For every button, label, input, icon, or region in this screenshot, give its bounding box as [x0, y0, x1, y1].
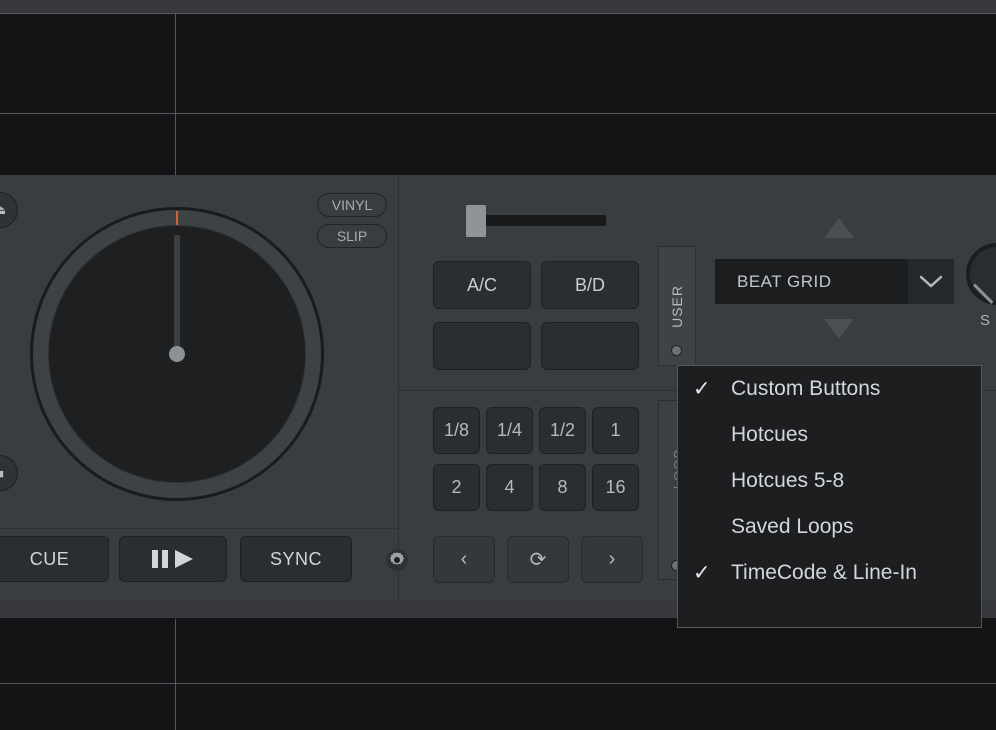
waveform-panel-top-right[interactable]	[177, 14, 996, 113]
slip-label: SLIP	[336, 228, 368, 244]
divider-bottom	[0, 683, 996, 684]
transport-divider	[0, 528, 398, 529]
stop-icon: ■	[0, 466, 4, 481]
divider-vertical-top	[175, 14, 176, 175]
loop-size-2[interactable]: 2	[433, 464, 480, 511]
menu-item-label: TimeCode & Line-In	[731, 561, 917, 584]
loop-size-label: 1/4	[496, 420, 523, 440]
play-pause-button[interactable]	[119, 536, 227, 582]
loop-size-label: 4	[504, 477, 515, 497]
loop-size-1[interactable]: 1	[592, 407, 639, 454]
source-pad-ac-label: A/C	[466, 274, 497, 295]
cue-button[interactable]: CUE	[0, 536, 109, 582]
deck-column-divider	[398, 175, 399, 601]
vinyl-mode-button[interactable]: VINYL	[317, 193, 387, 217]
loop-size-8[interactable]: 8	[539, 464, 586, 511]
source-pad-3[interactable]	[433, 322, 531, 370]
beat-grid-select[interactable]: BEAT GRID	[715, 259, 954, 304]
menu-item-label: Hotcues 5-8	[731, 469, 845, 492]
waveform-panel-mid-right[interactable]	[177, 115, 996, 175]
jog-center-dot	[169, 346, 185, 362]
check-icon: ✓	[693, 377, 711, 401]
waveform-panel-mid-left[interactable]	[0, 115, 175, 175]
menu-item-custom-buttons[interactable]: ✓ Custom Buttons	[678, 366, 981, 412]
menu-item-hotcues-5-8[interactable]: Hotcues 5-8	[678, 458, 981, 504]
reloop-icon: ⟳	[529, 549, 547, 571]
menu-item-label: Custom Buttons	[731, 377, 881, 400]
divider-vertical-bottom	[175, 619, 176, 730]
browser-panel-right[interactable]	[177, 684, 996, 730]
chevron-right-icon: ›	[608, 548, 616, 570]
divider-mid	[0, 113, 996, 114]
divider-top	[0, 13, 996, 14]
browser-panel-left[interactable]	[0, 684, 175, 730]
loop-size-label: 1	[610, 420, 621, 440]
check-icon: ✓	[693, 561, 711, 585]
tempo-slider-track[interactable]	[480, 215, 606, 226]
user-mode-led	[671, 345, 682, 356]
user-tab-label: USER	[669, 284, 685, 328]
play-pause-icon	[152, 550, 193, 568]
chevron-left-icon: ‹	[460, 548, 468, 570]
loop-size-4[interactable]: 4	[486, 464, 533, 511]
loop-prev-button[interactable]: ‹	[433, 536, 495, 583]
sync-label: SYNC	[269, 548, 322, 569]
source-pad-4[interactable]	[541, 322, 639, 370]
dj-application-window: ⏏ ■ VINYL SLIP A/C B/D 1/8 1/4 1/2 1 2 4…	[0, 0, 996, 730]
menu-item-label: Hotcues	[731, 423, 809, 446]
beat-grid-up-arrow[interactable]	[824, 218, 854, 238]
loop-size-label: 8	[557, 477, 568, 497]
menu-item-saved-loops[interactable]: Saved Loops	[678, 504, 981, 550]
loop-size-label: 16	[605, 477, 626, 497]
beat-grid-value: BEAT GRID	[715, 259, 908, 304]
sync-button[interactable]: SYNC	[240, 536, 352, 582]
source-pad-bd-label: B/D	[574, 274, 605, 295]
tempo-slider-handle[interactable]	[466, 205, 486, 237]
slip-mode-button[interactable]: SLIP	[317, 224, 387, 248]
top-strip	[0, 0, 996, 13]
loop-size-1-2[interactable]: 1/2	[539, 407, 586, 454]
loop-size-label: 2	[451, 477, 462, 497]
cue-label: CUE	[29, 548, 70, 569]
knob-label: S	[980, 312, 991, 329]
beat-grid-down-arrow[interactable]	[824, 319, 854, 339]
chevron-down-icon[interactable]	[908, 259, 954, 304]
eject-icon: ⏏	[0, 202, 6, 218]
source-pad-bd[interactable]: B/D	[541, 261, 639, 309]
vinyl-label: VINYL	[331, 197, 373, 213]
gear-icon[interactable]	[385, 548, 409, 572]
pad-mode-context-menu[interactable]: ✓ Custom Buttons Hotcues Hotcues 5-8 Sav…	[677, 365, 982, 628]
loop-size-label: 1/2	[549, 420, 576, 440]
reloop-button[interactable]: ⟳	[507, 536, 569, 583]
menu-item-label: Saved Loops	[731, 515, 854, 538]
loop-size-1-4[interactable]: 1/4	[486, 407, 533, 454]
source-pad-ac[interactable]: A/C	[433, 261, 531, 309]
menu-item-hotcues[interactable]: Hotcues	[678, 412, 981, 458]
waveform-panel-top-left[interactable]	[0, 14, 175, 113]
loop-next-button[interactable]: ›	[581, 536, 643, 583]
loop-size-16[interactable]: 16	[592, 464, 639, 511]
loop-size-label: 1/8	[443, 420, 470, 440]
waveform-panel-bottom-right[interactable]	[177, 619, 996, 682]
menu-item-timecode-line-in[interactable]: ✓ TimeCode & Line-In	[678, 550, 981, 596]
jog-position-needle	[174, 235, 180, 353]
chevron-down-glyph	[919, 275, 943, 288]
jog-wheel[interactable]	[30, 207, 324, 501]
jog-position-tick	[176, 211, 178, 225]
loop-size-1-8[interactable]: 1/8	[433, 407, 480, 454]
waveform-panel-bottom-left[interactable]	[0, 619, 175, 682]
